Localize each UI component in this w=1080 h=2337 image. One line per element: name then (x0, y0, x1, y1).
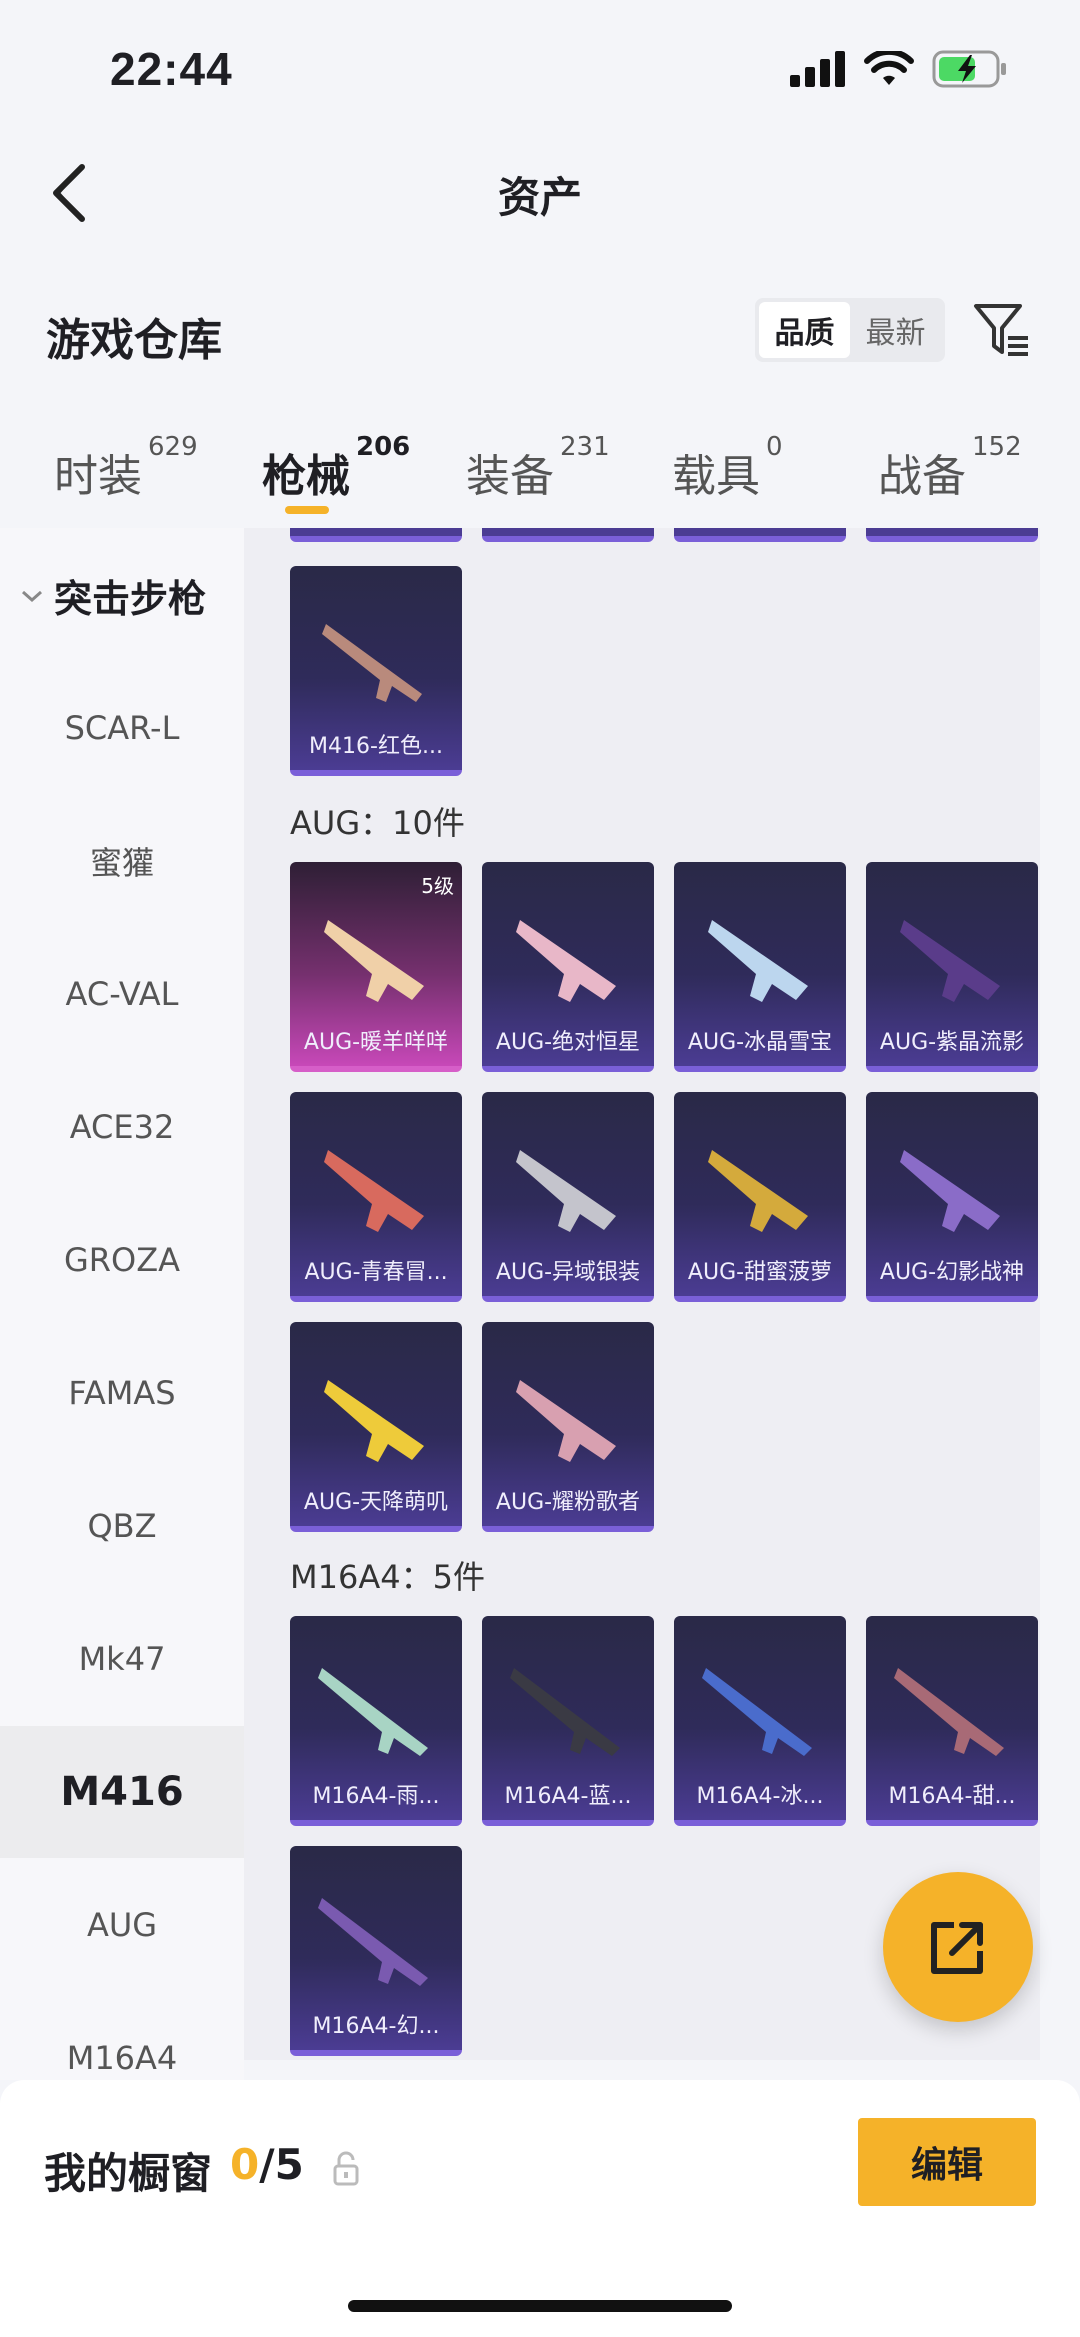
rifle-icon (324, 1150, 424, 1232)
share-button[interactable] (883, 1872, 1033, 2022)
rifle-icon (322, 624, 422, 702)
sidebar-item[interactable]: FAMAS (0, 1327, 244, 1459)
sidebar-item[interactable]: SCAR-L (0, 662, 244, 794)
sidebar-item[interactable]: M16A4 (0, 1992, 244, 2080)
sidebar-item[interactable]: GROZA (0, 1194, 244, 1326)
sort-toggle: 品质 最新 (755, 298, 945, 362)
tab-fashion[interactable]: 时装629 (54, 432, 198, 504)
rifle-icon (516, 1380, 616, 1462)
rifle-icon (516, 920, 616, 1002)
lock-icon (333, 2151, 359, 2186)
weapon-card[interactable]: AUG-幻影战神 (866, 1092, 1038, 1302)
weapon-card[interactable]: M16A4-冰... (674, 1616, 846, 1826)
sidebar-group-assault-rifles[interactable]: 突击步枪 (20, 568, 206, 623)
sidebar-item-active[interactable]: M416 (0, 1726, 244, 1858)
rifle-icon (708, 1150, 808, 1232)
rifle-icon (510, 1668, 620, 1756)
rifle-icon (318, 1668, 428, 1756)
sidebar-item[interactable]: ACE32 (0, 1061, 244, 1193)
card-partial (290, 528, 462, 542)
rifle-icon (702, 1668, 812, 1756)
nav-bar: 资产 (0, 140, 1080, 250)
group-label-aug: AUG：10件 (290, 804, 465, 842)
rifle-icon (708, 920, 808, 1002)
wifi-icon (864, 51, 914, 85)
status-icons (790, 50, 1008, 88)
card-partial (866, 528, 1038, 542)
rifle-icon (900, 920, 1000, 1002)
status-bar: 22:44 (0, 0, 1080, 140)
status-time: 22:44 (110, 43, 233, 95)
showcase-count: 0/5 (230, 2140, 304, 2189)
section-title: 游戏仓库 (46, 315, 222, 366)
rifle-icon (324, 920, 424, 1002)
tab-equipment[interactable]: 装备231 (466, 432, 610, 504)
sidebar-item[interactable]: 蜜獾 (0, 795, 244, 927)
sidebar-item[interactable]: AC-VAL (0, 928, 244, 1060)
filter-icon (974, 304, 1028, 356)
rifle-icon (318, 1898, 428, 1986)
section-header: 游戏仓库 品质 最新 (0, 280, 1080, 380)
category-tabs: 时装629 枪械206 装备231 载具0 战备152 (0, 420, 1080, 528)
tab-supplies[interactable]: 战备152 (878, 432, 1022, 504)
page-title: 资产 (497, 173, 582, 222)
sort-newest-button[interactable]: 最新 (850, 302, 941, 358)
weapon-card[interactable]: AUG-青春冒... (290, 1092, 462, 1302)
tab-count: 231 (560, 432, 610, 462)
weapon-card[interactable]: AUG-紫晶流影 (866, 862, 1038, 1072)
tab-count: 152 (972, 432, 1022, 462)
weapon-card[interactable]: AUG-绝对恒星 (482, 862, 654, 1072)
rifle-icon (894, 1668, 1004, 1756)
chevron-down-icon (22, 590, 42, 602)
weapon-card[interactable]: M416-红色... (290, 566, 462, 776)
home-indicator (348, 2300, 732, 2312)
weapon-card[interactable]: M16A4-幻... (290, 1846, 462, 2056)
tab-weapons[interactable]: 枪械206 (262, 432, 410, 504)
sort-quality-button[interactable]: 品质 (759, 302, 850, 358)
weapon-card[interactable]: M16A4-蓝... (482, 1616, 654, 1826)
sidebar-item[interactable]: AUG (0, 1859, 244, 1991)
rifle-icon (900, 1150, 1000, 1232)
group-label-m16a4: M16A4：5件 (290, 1558, 485, 1596)
showcase-bar: 我的橱窗 0/5 编辑 (0, 2080, 1080, 2337)
tab-count: 206 (356, 432, 411, 462)
weapon-grid: M416-红色... AUG：10件 5级 AUG-暖羊咩咩 AUG-绝对恒星 … (244, 528, 1040, 2060)
tab-count: 0 (766, 432, 783, 462)
weapon-card[interactable]: AUG-耀粉歌者 (482, 1322, 654, 1532)
sidebar-item[interactable]: QBZ (0, 1460, 244, 1592)
weapon-card[interactable]: AUG-冰晶雪宝 (674, 862, 846, 1072)
weapon-card[interactable]: AUG-甜蜜菠萝 (674, 1092, 846, 1302)
active-tab-indicator (285, 506, 329, 514)
signal-icon (790, 51, 845, 87)
weapon-card[interactable]: M16A4-雨... (290, 1616, 462, 1826)
rifle-icon (324, 1380, 424, 1462)
card-partial (674, 528, 846, 542)
card-partial (482, 528, 654, 542)
tab-count: 629 (148, 432, 198, 462)
battery-icon (932, 50, 1006, 88)
rifle-icon (516, 1150, 616, 1232)
weapon-card[interactable]: 5级 AUG-暖羊咩咩 (290, 862, 462, 1072)
weapon-type-sidebar: 突击步枪 SCAR-L 蜜獾 AC-VAL ACE32 GROZA FAMAS … (0, 528, 244, 2080)
filter-button[interactable] (970, 298, 1034, 362)
sidebar-item[interactable]: Mk47 (0, 1593, 244, 1725)
tab-vehicles[interactable]: 载具0 (672, 432, 783, 504)
weapon-card[interactable]: AUG-天降萌叽 (290, 1322, 462, 1532)
showcase-label: 我的橱窗 (44, 2149, 213, 2198)
weapon-card[interactable]: AUG-异域银装 (482, 1092, 654, 1302)
share-icon (931, 1922, 983, 1974)
weapon-card[interactable]: M16A4-甜... (866, 1616, 1038, 1826)
edit-button[interactable]: 编辑 (858, 2118, 1036, 2206)
